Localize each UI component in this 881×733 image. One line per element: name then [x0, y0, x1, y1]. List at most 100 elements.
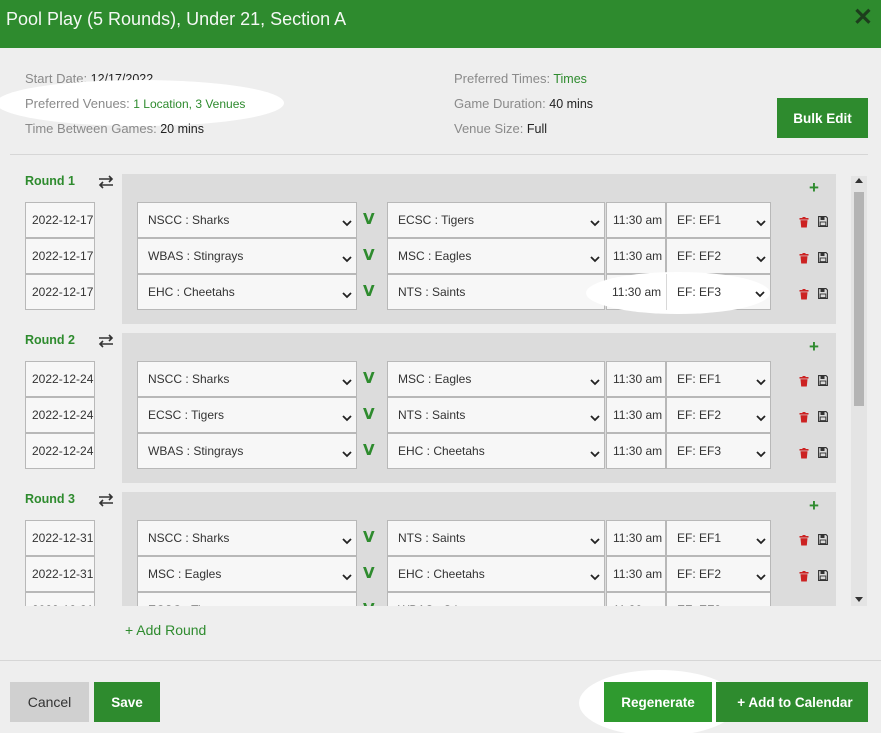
- game-time-field[interactable]: 11:30 am: [606, 274, 666, 310]
- game-time-field[interactable]: 11:30 am: [606, 433, 666, 469]
- versus-label: V: [363, 210, 375, 228]
- away-team-select[interactable]: EHC : Cheetahs: [387, 556, 605, 592]
- away-team-select[interactable]: EHC : Cheetahs: [387, 433, 605, 469]
- scroll-thumb[interactable]: [854, 192, 864, 406]
- home-team-value: WBAS : Stingrays: [148, 249, 244, 263]
- size-label: Venue Size:: [454, 121, 524, 136]
- trash-icon[interactable]: [799, 374, 809, 387]
- home-team-select[interactable]: NSCC : Sharks: [137, 361, 357, 397]
- game-date-field[interactable]: 2022-12-24: [25, 361, 95, 397]
- between-label: Time Between Games:: [25, 121, 157, 136]
- game-date-field[interactable]: 2022-12-24: [25, 397, 95, 433]
- trash-icon[interactable]: [799, 446, 809, 459]
- venues-label: Preferred Venues:: [25, 96, 130, 111]
- venue-value: EF: EF2: [677, 408, 722, 422]
- swap-icon[interactable]: [97, 492, 115, 508]
- trash-icon[interactable]: [799, 569, 809, 582]
- divider: [10, 154, 868, 155]
- away-team-select[interactable]: NTS : Saints: [387, 397, 605, 433]
- game-date-field[interactable]: 2022-12-31: [25, 520, 95, 556]
- venue-select[interactable]: EF: EF2: [666, 238, 771, 274]
- home-team-select[interactable]: NSCC : Sharks: [137, 520, 357, 556]
- home-team-value: MSC : Eagles: [148, 567, 222, 581]
- game-time-field[interactable]: 11:30 am: [606, 592, 666, 606]
- away-team-select[interactable]: NTS : Saints: [387, 274, 605, 310]
- game-time-field[interactable]: 11:30 am: [606, 397, 666, 433]
- venue-select[interactable]: EF: EF1: [666, 202, 771, 238]
- regenerate-button[interactable]: Regenerate: [604, 682, 712, 722]
- game-date-field[interactable]: 2022-12-17: [25, 238, 95, 274]
- round-label: Round 2: [25, 333, 75, 347]
- schedule-list[interactable]: Round 1 +2022-12-17 NSCC : Sharks V ECSC : T…: [0, 162, 851, 606]
- away-team-select[interactable]: NTS : Saints: [387, 520, 605, 556]
- away-team-select[interactable]: MSC : Eagles: [387, 238, 605, 274]
- cancel-button[interactable]: Cancel: [10, 682, 89, 722]
- venue-select[interactable]: EF: EF3: [666, 592, 771, 606]
- home-team-select[interactable]: ECSC : Tigers: [137, 397, 357, 433]
- save-icon[interactable]: [818, 250, 828, 263]
- save-icon[interactable]: [818, 568, 828, 581]
- versus-label: V: [363, 441, 375, 459]
- trash-icon[interactable]: [799, 410, 809, 423]
- away-team-select[interactable]: MSC : Eagles: [387, 361, 605, 397]
- game-date-field[interactable]: 2022-12-31: [25, 556, 95, 592]
- add-game-icon[interactable]: +: [809, 338, 819, 355]
- away-team-select[interactable]: ECSC : Tigers: [387, 202, 605, 238]
- scrollbar[interactable]: [851, 176, 867, 606]
- round-section: Round 2 +2022-12-24 NSCC : Sharks V MSC : Ea…: [0, 321, 851, 483]
- save-icon[interactable]: [818, 532, 828, 545]
- swap-icon[interactable]: [97, 174, 115, 190]
- venue-select[interactable]: EF: EF1: [666, 520, 771, 556]
- save-icon[interactable]: [818, 409, 828, 422]
- close-icon[interactable]: ✕: [853, 4, 873, 32]
- game-time-field[interactable]: 11:30 am: [606, 361, 666, 397]
- trash-icon[interactable]: [799, 533, 809, 546]
- add-to-calendar-button[interactable]: + Add to Calendar: [716, 682, 868, 722]
- scroll-down-arrow-icon[interactable]: [855, 597, 863, 602]
- add-game-icon[interactable]: +: [809, 179, 819, 196]
- swap-icon[interactable]: [97, 333, 115, 349]
- venue-select[interactable]: EF: EF2: [666, 397, 771, 433]
- trash-icon[interactable]: [799, 251, 809, 264]
- game-time-field[interactable]: 11:30 am: [606, 520, 666, 556]
- trash-icon[interactable]: [799, 287, 809, 300]
- game-date-field[interactable]: 2022-12-17: [25, 202, 95, 238]
- add-game-icon[interactable]: +: [809, 497, 819, 514]
- home-team-select[interactable]: ECSC : Tigers: [137, 592, 357, 606]
- home-team-select[interactable]: MSC : Eagles: [137, 556, 357, 592]
- times-link[interactable]: Times: [553, 72, 587, 86]
- home-team-select[interactable]: NSCC : Sharks: [137, 202, 357, 238]
- venues-link[interactable]: 1 Location, 3 Venues: [133, 97, 245, 111]
- trash-icon[interactable]: [799, 215, 809, 228]
- venue-select[interactable]: EF: EF3: [666, 433, 771, 469]
- versus-label: V: [363, 600, 375, 606]
- trash-icon[interactable]: [799, 605, 809, 606]
- venue-select[interactable]: EF: EF3: [666, 274, 771, 310]
- game-date-field[interactable]: 2022-12-17: [25, 274, 95, 310]
- save-icon[interactable]: [818, 604, 828, 606]
- add-round-link[interactable]: + Add Round: [125, 622, 206, 638]
- save-icon[interactable]: [818, 214, 828, 227]
- venue-select[interactable]: EF: EF2: [666, 556, 771, 592]
- chevron-down-icon: [342, 571, 352, 581]
- venue-value: EF: EF1: [677, 531, 722, 545]
- game-time-field[interactable]: 11:30 am: [606, 202, 666, 238]
- home-team-select[interactable]: EHC : Cheetahs: [137, 274, 357, 310]
- home-team-select[interactable]: WBAS : Stingrays: [137, 238, 357, 274]
- away-team-value: NTS : Saints: [398, 408, 466, 422]
- away-team-select[interactable]: WBAS : Stingrays: [387, 592, 605, 606]
- game-date-field[interactable]: 2022-12-31: [25, 592, 95, 606]
- save-icon[interactable]: [818, 445, 828, 458]
- home-team-select[interactable]: WBAS : Stingrays: [137, 433, 357, 469]
- save-icon[interactable]: [818, 373, 828, 386]
- save-icon[interactable]: [818, 286, 828, 299]
- game-time-field[interactable]: 11:30 am: [606, 556, 666, 592]
- scroll-up-arrow-icon[interactable]: [855, 178, 863, 183]
- save-button[interactable]: Save: [94, 682, 160, 722]
- game-date-field[interactable]: 2022-12-24: [25, 433, 95, 469]
- home-team-value: NSCC : Sharks: [148, 372, 230, 386]
- game-row: 2022-12-24 ECSC : Tigers V NTS : Saints 11:3…: [0, 397, 851, 433]
- venue-select[interactable]: EF: EF1: [666, 361, 771, 397]
- bulk-edit-button[interactable]: Bulk Edit: [777, 98, 868, 138]
- game-time-field[interactable]: 11:30 am: [606, 238, 666, 274]
